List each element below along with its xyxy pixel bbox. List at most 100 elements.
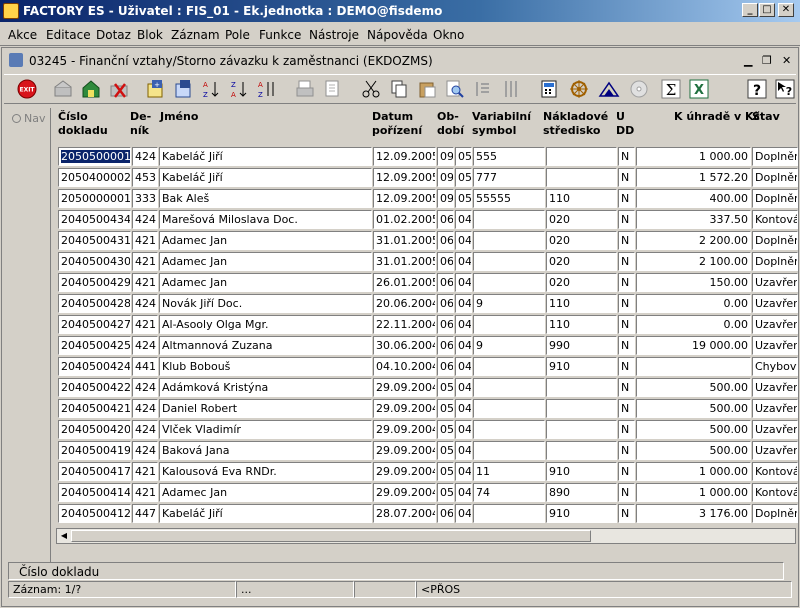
cell-obdobi-mesic[interactable]: 06 <box>437 294 454 313</box>
cell-obdobi-rok[interactable]: 04 <box>455 420 472 439</box>
cell-obdobi-mesic[interactable]: 06 <box>437 357 454 376</box>
col-header-denik[interactable]: De-ník <box>130 110 151 138</box>
cell-obdobi-rok[interactable]: 05 <box>455 189 472 208</box>
cell-cislo-dokladu[interactable]: 2040500427 <box>58 315 131 334</box>
cell-obdobi-rok[interactable]: 04 <box>455 315 472 334</box>
cell-stav[interactable]: Doplněn <box>752 231 798 250</box>
cell-stav[interactable]: Uzavřen <box>752 294 798 313</box>
cell-udd[interactable]: N <box>618 378 635 397</box>
cell-denik[interactable]: 424 <box>132 294 158 313</box>
cell-jmeno[interactable]: Kabeláč Jiří <box>159 504 372 523</box>
cell-datum-porizeni[interactable]: 30.06.2004 <box>373 336 436 355</box>
cell-k-uhrade[interactable] <box>636 357 751 376</box>
cell-k-uhrade[interactable]: 0.00 <box>636 315 751 334</box>
cell-obdobi-mesic[interactable]: 06 <box>437 252 454 271</box>
menu-napoveda[interactable]: Nápověda <box>367 28 428 42</box>
cell-cislo-dokladu[interactable]: 2040500417 <box>58 462 131 481</box>
cell-k-uhrade[interactable]: 1 000.00 <box>636 462 751 481</box>
cell-datum-porizeni[interactable]: 29.09.2004 <box>373 420 436 439</box>
col-header-datum-porizeni[interactable]: Datum pořízení <box>372 110 422 138</box>
table-row[interactable]: 2040500417 421 Kalousová Eva RNDr. 29.09.20… <box>2 461 798 482</box>
cell-udd[interactable]: N <box>618 483 635 502</box>
menu-okno[interactable]: Okno <box>433 28 464 42</box>
cell-variabilni-symbol[interactable] <box>473 273 545 292</box>
cell-jmeno[interactable]: Baková Jana <box>159 441 372 460</box>
cell-denik[interactable]: 424 <box>132 399 158 418</box>
minimize-button[interactable]: _ <box>742 3 758 17</box>
cell-denik[interactable]: 424 <box>132 420 158 439</box>
cell-k-uhrade[interactable]: 500.00 <box>636 420 751 439</box>
cell-obdobi-rok[interactable]: 04 <box>455 462 472 481</box>
print-icon[interactable] <box>294 78 316 100</box>
cell-k-uhrade[interactable]: 500.00 <box>636 399 751 418</box>
cell-udd[interactable]: N <box>618 273 635 292</box>
cell-variabilni-symbol[interactable] <box>473 231 545 250</box>
excel-icon[interactable]: X <box>688 78 710 100</box>
cell-obdobi-mesic[interactable]: 05 <box>437 462 454 481</box>
cell-datum-porizeni[interactable]: 29.09.2004 <box>373 483 436 502</box>
cell-udd[interactable]: N <box>618 231 635 250</box>
cell-datum-porizeni[interactable]: 12.09.2005 <box>373 168 436 187</box>
cell-nakladove-stredisko[interactable]: 020 <box>546 273 617 292</box>
cell-k-uhrade[interactable]: 2 200.00 <box>636 231 751 250</box>
context-help-icon[interactable]: ? <box>774 78 796 100</box>
enter-query-icon[interactable] <box>52 78 74 100</box>
print-preview-icon[interactable] <box>322 78 344 100</box>
cell-stav[interactable]: Uzavřen <box>752 336 798 355</box>
cell-denik[interactable]: 447 <box>132 504 158 523</box>
cell-stav[interactable]: Doplněn <box>752 504 798 523</box>
cell-k-uhrade[interactable]: 19 000.00 <box>636 336 751 355</box>
cell-nakladove-stredisko[interactable]: 110 <box>546 294 617 313</box>
cell-datum-porizeni[interactable]: 29.09.2004 <box>373 399 436 418</box>
cell-datum-porizeni[interactable]: 22.11.2004 <box>373 315 436 334</box>
window-title-bar[interactable]: FACTORY ES - Uživatel : FIS_01 - Ek.jedn… <box>0 0 800 22</box>
cell-datum-porizeni[interactable]: 28.07.2004 <box>373 504 436 523</box>
cell-nakladove-stredisko[interactable] <box>546 168 617 187</box>
cell-cislo-dokladu[interactable]: 2040500430 <box>58 252 131 271</box>
cell-datum-porizeni[interactable]: 31.01.2005 <box>373 252 436 271</box>
cell-obdobi-mesic[interactable]: 06 <box>437 336 454 355</box>
col-header-stav[interactable]: Stav <box>752 110 780 124</box>
close-button[interactable]: ✕ <box>778 3 794 17</box>
cell-jmeno[interactable]: Kabeláč Jiří <box>159 168 372 187</box>
cell-datum-porizeni[interactable]: 04.10.2004 <box>373 357 436 376</box>
menu-editace[interactable]: Editace <box>46 28 91 42</box>
table-row[interactable]: 2040500434 424 Marešová Miloslava Doc. 01.0… <box>2 209 798 230</box>
table-row[interactable]: 2040500414 421 Adamec Jan 29.09.2004 05 04 74 8… <box>2 482 798 503</box>
cell-cislo-dokladu[interactable]: 2040500420 <box>58 420 131 439</box>
cell-datum-porizeni[interactable]: 31.01.2005 <box>373 231 436 250</box>
cell-k-uhrade[interactable]: 1 000.00 <box>636 147 751 166</box>
cell-udd[interactable]: N <box>618 357 635 376</box>
col-header-variabilni-symbol[interactable]: Variabilní symbol <box>472 110 531 138</box>
cancel-query-icon[interactable] <box>108 78 130 100</box>
cell-cislo-dokladu[interactable]: 2040500414 <box>58 483 131 502</box>
cell-jmeno[interactable]: Kalousová Eva RNDr. <box>159 462 372 481</box>
cell-obdobi-rok[interactable]: 04 <box>455 294 472 313</box>
cell-nakladove-stredisko[interactable]: 020 <box>546 231 617 250</box>
cell-stav[interactable]: Doplněn <box>752 168 798 187</box>
cell-udd[interactable]: N <box>618 294 635 313</box>
cell-datum-porizeni[interactable]: 29.09.2004 <box>373 378 436 397</box>
cell-variabilni-symbol[interactable] <box>473 441 545 460</box>
cell-cislo-dokladu[interactable]: 2040500419 <box>58 441 131 460</box>
cell-denik[interactable]: 424 <box>132 336 158 355</box>
cell-stav[interactable]: Kontová <box>752 210 798 229</box>
cell-udd[interactable]: N <box>618 441 635 460</box>
cell-obdobi-mesic[interactable]: 09 <box>437 168 454 187</box>
cell-datum-porizeni[interactable]: 12.09.2005 <box>373 147 436 166</box>
cell-k-uhrade[interactable]: 3 176.00 <box>636 504 751 523</box>
cell-nakladove-stredisko[interactable]: 890 <box>546 483 617 502</box>
cell-datum-porizeni[interactable]: 12.09.2005 <box>373 189 436 208</box>
cell-cislo-dokladu[interactable]: 2040500434 <box>58 210 131 229</box>
cell-stav[interactable]: Doplněn <box>752 147 798 166</box>
cell-nakladove-stredisko[interactable]: 110 <box>546 315 617 334</box>
cell-obdobi-mesic[interactable]: 05 <box>437 441 454 460</box>
table-row[interactable]: 2040500420 424 Vlček Vladimír 29.09.2004 05 0… <box>2 419 798 440</box>
menu-akce[interactable]: Akce <box>8 28 37 42</box>
table-row[interactable]: 2040500424 441 Klub Bobouš 04.10.2004 06 04 91… <box>2 356 798 377</box>
find-icon[interactable] <box>444 78 466 100</box>
cell-nakladove-stredisko[interactable] <box>546 378 617 397</box>
cell-obdobi-mesic[interactable]: 06 <box>437 504 454 523</box>
menu-dotaz[interactable]: Dotaz <box>96 28 131 42</box>
menu-pole[interactable]: Pole <box>225 28 250 42</box>
